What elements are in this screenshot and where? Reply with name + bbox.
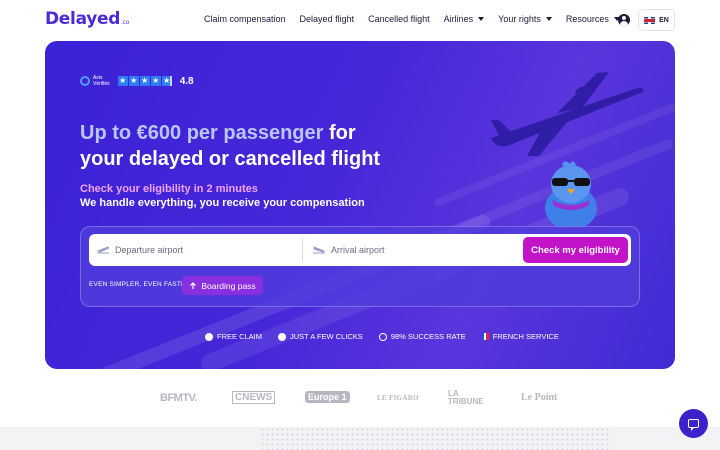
- french-flag-icon: [481, 333, 489, 340]
- feature-few-clicks: JUST A FEW CLICKS: [278, 332, 363, 341]
- main-nav: Claim compensation Delayed flight Cancel…: [204, 14, 634, 24]
- hero-subtitle-eligibility: Check your eligibility in 2 minutes: [80, 183, 258, 195]
- feature-label: FRENCH SERVICE: [492, 332, 559, 341]
- chat-icon: [688, 419, 699, 431]
- user-circle-icon[interactable]: [618, 14, 630, 26]
- chevron-down-icon: [545, 17, 552, 21]
- arrival-airport-field[interactable]: Arrival airport: [313, 234, 518, 266]
- press-logos: BFMTV. CNEWS Europe 1 LE FIGARO LA TRIBU…: [0, 385, 720, 411]
- page: Delayed .co Claim compensation Delayed f…: [0, 0, 720, 450]
- feature-list: FREE CLAIM JUST A FEW CLICKS 98% SUCCESS…: [205, 332, 575, 341]
- star-icon: ★: [128, 76, 139, 86]
- star-icon: ★: [139, 76, 150, 86]
- feature-label: JUST A FEW CLICKS: [290, 332, 363, 341]
- rating-value: 4.8: [179, 75, 194, 87]
- brand-logo[interactable]: Delayed .co: [45, 9, 129, 29]
- rating-provider-line2: Vérifiés: [93, 81, 110, 87]
- nav-claim-compensation[interactable]: Claim compensation: [204, 14, 286, 24]
- headline-line2: your delayed or cancelled flight: [80, 148, 381, 170]
- upload-icon: [190, 281, 197, 289]
- hero-headline: Up to €600 per passenger for your delayed…: [80, 120, 380, 172]
- headline-rest: for: [323, 122, 356, 144]
- nav-label: Cancelled flight: [368, 14, 430, 24]
- press-logo-le-point: Le Point: [521, 392, 558, 403]
- landing-icon: [313, 246, 325, 254]
- avis-verifies-logo-icon: [80, 76, 90, 86]
- rating-provider: Avis Vérifiés: [93, 75, 110, 87]
- click-icon: [278, 332, 287, 341]
- world-map-dots-decoration: [260, 427, 610, 450]
- star-rating: ★ ★ ★ ★ ★: [117, 76, 172, 86]
- feature-french-service: FRENCH SERVICE: [481, 332, 559, 341]
- press-logo-bfmtv: BFMTV.: [160, 392, 197, 404]
- nav-label: Your rights: [498, 14, 541, 24]
- press-logo-le-figaro: LE FIGARO: [377, 394, 419, 402]
- press-logo-la-tribune: LA TRIBUNE: [448, 389, 484, 406]
- press-logo-europe1: Europe 1: [305, 391, 350, 403]
- chevron-down-icon: [478, 17, 485, 21]
- star-icon: ★: [150, 76, 161, 86]
- boarding-pass-button[interactable]: Boarding pass: [182, 276, 263, 295]
- rating-widget[interactable]: Avis Vérifiés ★ ★ ★ ★ ★ 4.8: [80, 75, 194, 87]
- headline-accent: Up to €600 per passenger: [80, 122, 324, 144]
- check-eligibility-button[interactable]: Check my eligibility: [523, 237, 628, 263]
- target-icon: [378, 332, 387, 341]
- flight-search-form: Departure airport Arrival airport Check …: [89, 234, 631, 266]
- nav-delayed-flight[interactable]: Delayed flight: [300, 14, 355, 24]
- takeoff-icon: [97, 246, 109, 254]
- nav-label: Claim compensation: [204, 14, 286, 24]
- feature-label: FREE CLAIM: [217, 332, 263, 341]
- nav-label: Resources: [565, 14, 609, 24]
- hero-subtitle-compensation: We handle everything, you receive your c…: [80, 197, 365, 209]
- chat-button[interactable]: [679, 409, 708, 438]
- airplane-illustration: [491, 72, 644, 156]
- feature-free-claim: FREE CLAIM: [205, 332, 262, 341]
- bird-mascot-illustration: [545, 161, 597, 228]
- brand-name: Delayed: [45, 9, 121, 29]
- nav-label: Delayed flight: [299, 14, 355, 24]
- nav-label: Airlines: [443, 14, 474, 24]
- nav-cancelled-flight[interactable]: Cancelled flight: [368, 14, 430, 24]
- feature-label: 98% SUCCESS RATE: [390, 332, 466, 341]
- departure-placeholder: Departure airport: [115, 245, 184, 255]
- field-divider: [302, 238, 303, 262]
- departure-airport-field[interactable]: Departure airport: [97, 234, 302, 266]
- feature-success-rate: 98% SUCCESS RATE: [378, 332, 466, 341]
- simpler-faster-label: EVEN SIMPLER, EVEN FASTER:: [89, 281, 193, 288]
- nav-airlines[interactable]: Airlines: [444, 14, 485, 24]
- arrival-placeholder: Arrival airport: [331, 245, 385, 255]
- language-code: EN: [659, 16, 669, 24]
- nav-your-rights[interactable]: Your rights: [498, 14, 552, 24]
- star-partial-icon: ★: [161, 76, 172, 86]
- euro-icon: [205, 332, 213, 341]
- nav-resources[interactable]: Resources: [566, 14, 620, 24]
- language-selector[interactable]: EN: [638, 9, 675, 31]
- brand-suffix: .co: [121, 20, 130, 26]
- star-icon: ★: [117, 76, 128, 86]
- press-logo-cnews: CNEWS: [232, 391, 276, 404]
- site-header: Delayed .co Claim compensation Delayed f…: [0, 0, 720, 40]
- boarding-pass-label: Boarding pass: [201, 280, 256, 291]
- uk-flag-icon: [644, 16, 656, 24]
